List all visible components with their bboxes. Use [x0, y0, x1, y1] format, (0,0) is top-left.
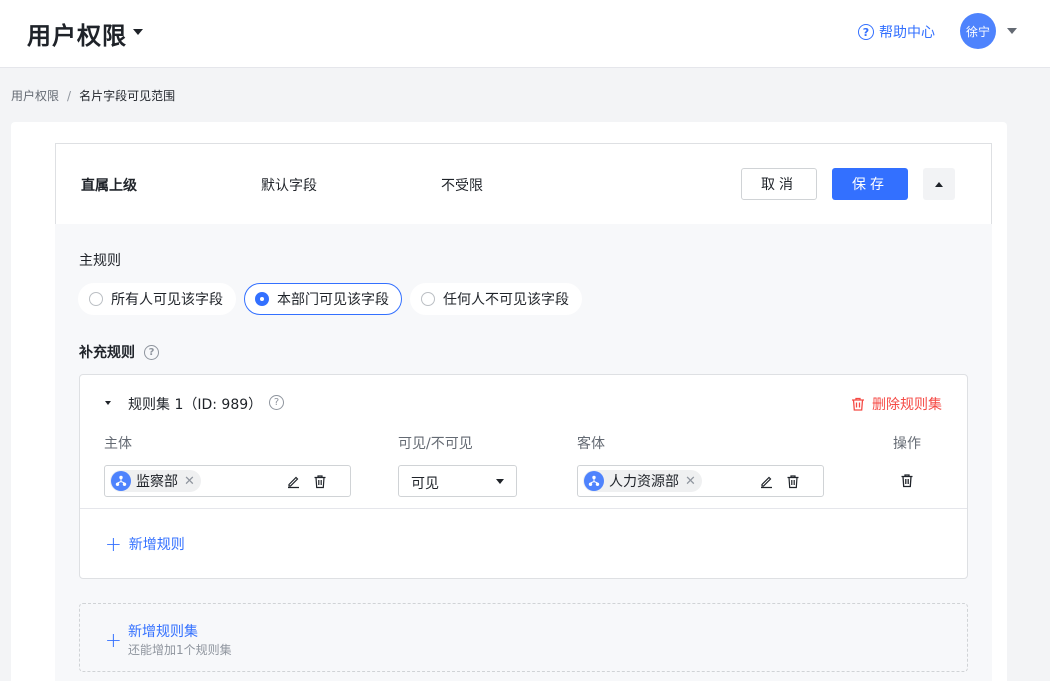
radio-checked-icon	[255, 292, 269, 306]
app-switch-caret-icon[interactable]	[133, 29, 143, 35]
field-scope: 不受限	[441, 178, 483, 194]
cancel-button[interactable]: 取消	[741, 168, 817, 200]
field-name: 直属上级	[81, 178, 137, 194]
ruleset-collapse-caret-icon[interactable]	[105, 401, 111, 405]
org-department-icon	[111, 471, 131, 491]
trash-icon	[852, 397, 864, 411]
field-row: 直属上级 默认字段 不受限 取消 保存	[55, 143, 992, 224]
user-avatar[interactable]: 徐宁	[960, 13, 996, 49]
chevron-down-icon	[496, 479, 504, 484]
trash-icon[interactable]	[786, 474, 800, 489]
user-menu-caret-icon[interactable]	[1007, 28, 1017, 34]
object-selector[interactable]: 人力资源部 ✕	[577, 465, 824, 497]
add-ruleset-button[interactable]: + 新增规则集 还能增加1个规则集	[79, 603, 968, 672]
remove-chip-icon[interactable]: ✕	[685, 474, 696, 489]
rule-panel: 主规则 所有人可见该字段 本部门可见该字段 任何人不可见该字段 补充规则 ? 规…	[55, 224, 992, 681]
breadcrumb: 用户权限 / 名片字段可见范围	[11, 87, 175, 104]
main-rule-label: 主规则	[79, 253, 121, 269]
ruleset-divider	[80, 508, 967, 509]
help-center-label: 帮助中心	[879, 25, 935, 41]
radio-department-visible[interactable]: 本部门可见该字段	[244, 283, 402, 315]
column-header-subject: 主体	[104, 436, 132, 452]
question-circle-icon[interactable]: ?	[144, 344, 159, 360]
column-header-visibility: 可见/不可见	[398, 436, 473, 452]
field-type: 默认字段	[261, 178, 317, 194]
object-chip-label: 人力资源部	[609, 474, 679, 490]
radio-label: 本部门可见该字段	[277, 292, 389, 308]
visibility-select-value: 可见	[411, 476, 439, 492]
object-chip: 人力资源部 ✕	[583, 470, 702, 492]
radio-label: 所有人可见该字段	[111, 292, 223, 308]
edit-pencil-icon[interactable]	[759, 474, 774, 489]
add-ruleset-hint: 还能增加1个规则集	[128, 643, 232, 657]
column-header-action: 操作	[893, 436, 921, 452]
app-title: 用户权限	[27, 22, 127, 50]
radio-everyone-visible[interactable]: 所有人可见该字段	[78, 283, 236, 315]
supplement-rule-label: 补充规则	[79, 345, 135, 361]
caret-up-icon	[935, 181, 943, 187]
plus-icon: +	[105, 532, 122, 556]
trash-icon[interactable]	[313, 474, 327, 489]
radio-circle-icon	[89, 292, 103, 306]
collapse-button[interactable]	[923, 168, 955, 200]
edit-pencil-icon[interactable]	[286, 474, 301, 489]
subject-chip-label: 监察部	[136, 474, 178, 490]
breadcrumb-separator: /	[67, 88, 72, 103]
radio-label: 任何人不可见该字段	[443, 292, 569, 308]
radio-circle-icon	[421, 292, 435, 306]
radio-nobody-visible[interactable]: 任何人不可见该字段	[410, 283, 582, 315]
subject-chip: 监察部 ✕	[110, 470, 201, 492]
breadcrumb-parent[interactable]: 用户权限	[11, 87, 59, 104]
question-circle-icon[interactable]: ?	[269, 395, 284, 410]
remove-chip-icon[interactable]: ✕	[184, 474, 195, 489]
add-rule-label: 新增规则	[128, 537, 185, 553]
question-circle-icon: ?	[858, 24, 874, 40]
main-rule-radio-group: 所有人可见该字段 本部门可见该字段 任何人不可见该字段	[78, 283, 582, 315]
delete-ruleset-button[interactable]: 删除规则集	[850, 394, 942, 414]
org-department-icon	[584, 471, 604, 491]
top-header: 用户权限 ? 帮助中心 徐宁	[0, 0, 1050, 68]
subject-selector[interactable]: 监察部 ✕	[104, 465, 351, 497]
add-ruleset-label: 新增规则集	[128, 624, 198, 640]
supplement-rule-heading: 补充规则 ?	[79, 342, 159, 362]
ruleset-card: 规则集 1（ID: 989） ? 删除规则集 主体 可见/不可见 客体 操作 监…	[79, 374, 968, 579]
plus-icon: +	[105, 628, 122, 652]
column-header-object: 客体	[577, 436, 605, 452]
ruleset-title: 规则集 1（ID: 989）	[128, 397, 263, 413]
add-rule-button[interactable]: + 新增规则	[105, 534, 185, 554]
delete-ruleset-label: 删除规则集	[872, 397, 942, 413]
delete-rule-trash-icon[interactable]	[900, 473, 914, 488]
help-center-link[interactable]: ? 帮助中心	[858, 22, 935, 42]
breadcrumb-current: 名片字段可见范围	[79, 89, 176, 103]
content-card: 直属上级 默认字段 不受限 取消 保存 主规则 所有人可见该字段 本部门可见该字…	[11, 122, 1007, 681]
save-button[interactable]: 保存	[832, 168, 908, 200]
visibility-select[interactable]: 可见	[398, 465, 517, 497]
